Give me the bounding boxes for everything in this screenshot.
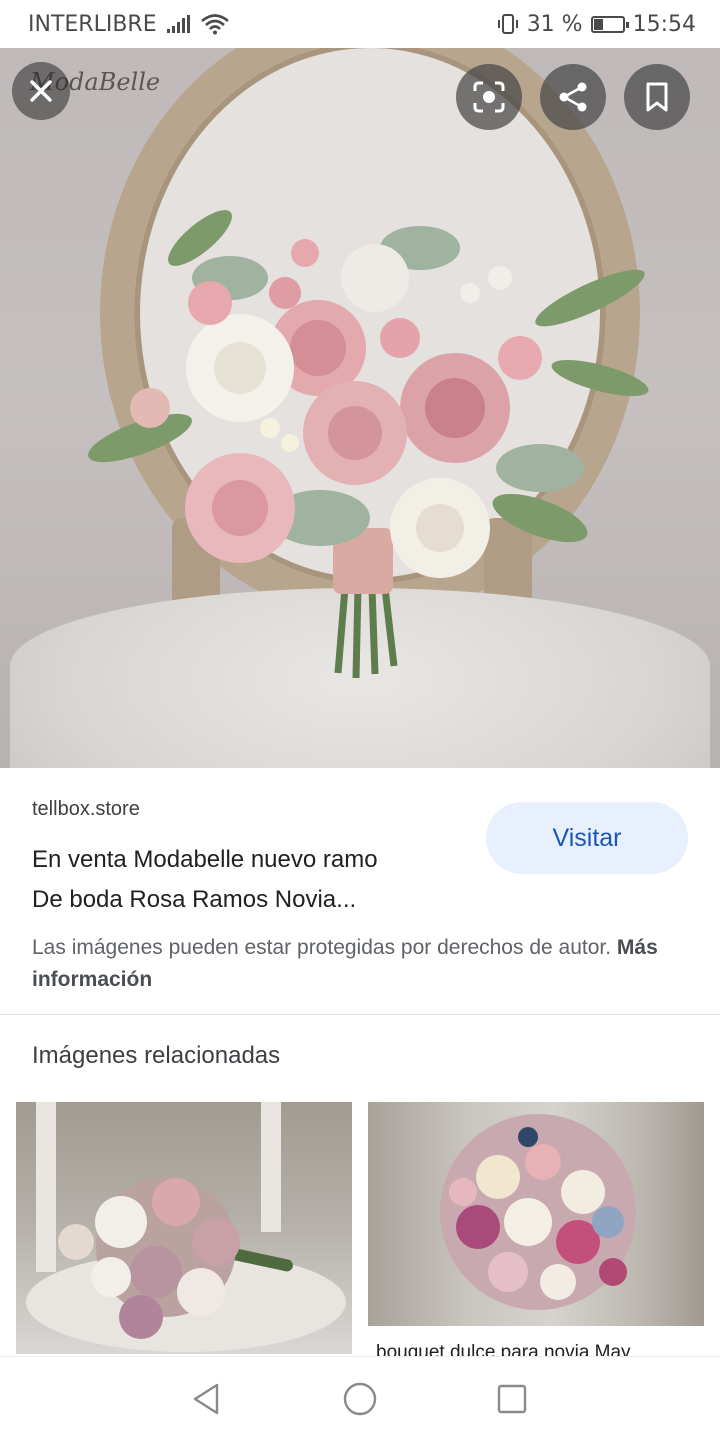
related-image-2-caption[interactable]: bouquet dulce para novia May [376, 1338, 696, 1356]
back-icon [193, 1383, 219, 1415]
related-heading: Imágenes relacionadas [32, 1042, 281, 1069]
source-domain[interactable]: tellbox.store [32, 798, 140, 821]
save-button[interactable] [624, 64, 690, 130]
share-button[interactable] [540, 64, 606, 130]
battery-percent: 31 % [526, 11, 583, 37]
result-title-line-1: En venta Modabelle nuevo ramo [32, 846, 378, 873]
lens-icon [473, 81, 505, 113]
lens-button[interactable] [456, 64, 522, 130]
close-button[interactable] [12, 62, 70, 120]
home-button[interactable] [340, 1379, 380, 1419]
result-title[interactable]: En venta Modabelle nuevo ramo De boda Ro… [32, 840, 462, 920]
related-image-1[interactable] [16, 1102, 352, 1354]
copyright-text: Las imágenes pueden estar protegidas por… [32, 936, 612, 959]
result-title-line-2: De boda Rosa Ramos Novia... [32, 886, 357, 913]
vibrate-icon [497, 14, 518, 34]
bouquet-thumbnail [440, 1114, 636, 1310]
status-bar: INTERLIBRE 31 % 15:54 [0, 0, 720, 48]
recents-button[interactable] [492, 1379, 532, 1419]
clock: 15:54 [632, 11, 696, 37]
navigation-bar [0, 1356, 720, 1440]
visit-button[interactable]: Visitar [486, 802, 688, 874]
related-image-2[interactable] [368, 1102, 704, 1326]
back-button[interactable] [186, 1379, 226, 1419]
battery-icon [590, 15, 629, 33]
recents-icon [497, 1384, 527, 1414]
signal-icon [166, 15, 190, 33]
image-preview[interactable]: ModaBelle [0, 48, 720, 768]
bookmark-icon [646, 82, 668, 112]
wifi-icon [200, 14, 229, 35]
home-icon [343, 1382, 377, 1416]
copyright-notice: Las imágenes pueden estar protegidas por… [32, 932, 682, 996]
bouquet-photo [88, 210, 649, 679]
result-info: tellbox.store En venta Modabelle nuevo r… [0, 768, 720, 1014]
bouquet-thumbnail [26, 1102, 346, 1352]
close-icon [30, 80, 52, 102]
divider [0, 1014, 720, 1015]
carrier-name: INTERLIBRE [28, 11, 157, 37]
share-icon [559, 82, 587, 112]
